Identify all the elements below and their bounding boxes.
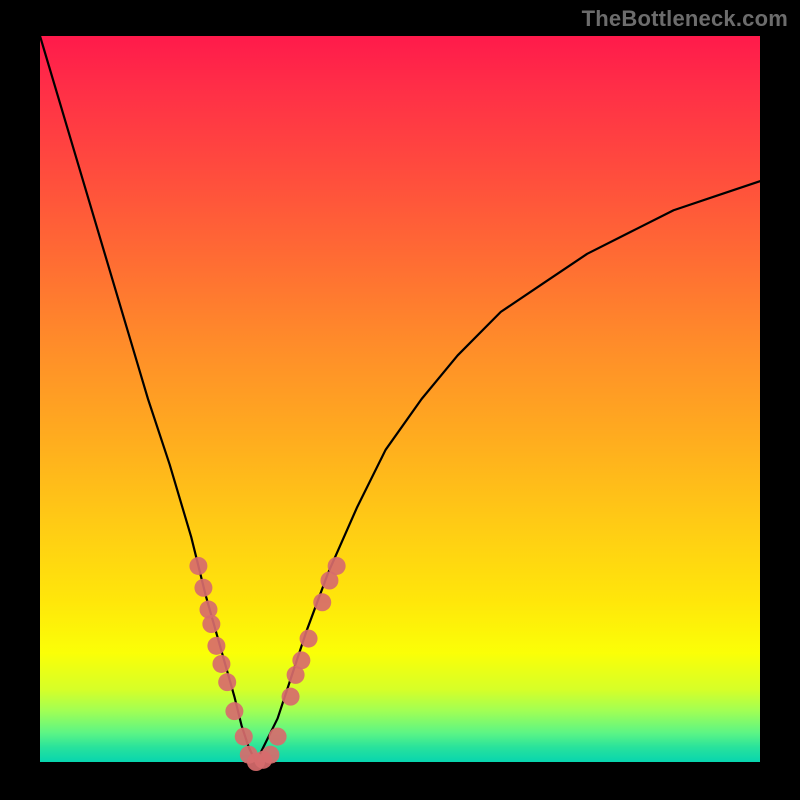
chart-svg-layer: [0, 0, 800, 800]
chart-stage: TheBottleneck.com: [0, 0, 800, 800]
bottleneck-curve: [40, 36, 760, 762]
